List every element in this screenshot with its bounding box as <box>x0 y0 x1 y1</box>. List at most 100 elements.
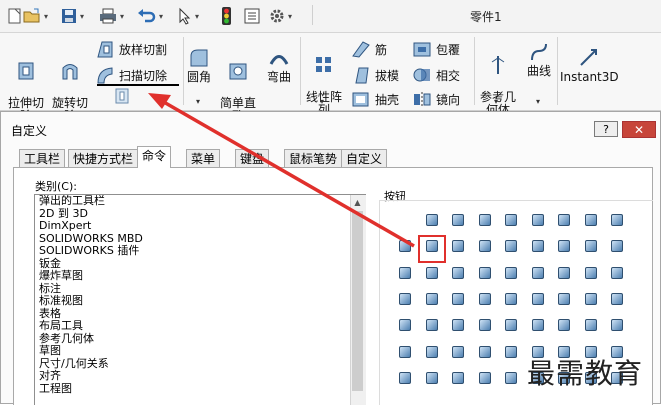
command-button-icon[interactable] <box>448 368 468 388</box>
shell-button[interactable]: 抽壳 <box>351 90 399 108</box>
undo-button[interactable]: ▾ <box>137 5 163 27</box>
command-button-icon[interactable] <box>422 342 442 362</box>
tab-customization[interactable]: 自定义 <box>341 149 388 167</box>
close-button[interactable]: ✕ <box>622 121 656 138</box>
scroll-up-arrow[interactable]: ▲ <box>350 195 365 210</box>
fillet-button[interactable]: 圆角 <box>186 47 212 84</box>
rebuild-button[interactable] <box>218 5 234 27</box>
command-button-icon[interactable] <box>475 236 495 256</box>
select-button[interactable]: ▾ <box>177 5 199 27</box>
open-button[interactable]: ▾ <box>22 5 48 27</box>
command-button-icon[interactable] <box>501 342 521 362</box>
command-button-icon[interactable] <box>554 263 574 283</box>
pattern-dropdown[interactable]: ▾ <box>320 97 324 106</box>
command-button-icon[interactable] <box>581 236 601 256</box>
save-button[interactable]: ▾ <box>60 5 84 27</box>
command-button-icon[interactable] <box>528 263 548 283</box>
command-button-icon[interactable] <box>475 315 495 335</box>
list-item[interactable]: 对齐 <box>35 369 365 383</box>
command-button-icon[interactable] <box>422 289 442 309</box>
command-button-icon[interactable] <box>395 263 415 283</box>
list-item[interactable]: 爆炸草图 <box>35 269 365 283</box>
command-button-icon[interactable] <box>395 236 415 256</box>
list-item[interactable]: 标准视图 <box>35 294 365 308</box>
draft-button[interactable]: 拔模 <box>351 65 399 85</box>
command-button-icon[interactable] <box>607 289 627 309</box>
command-button-icon[interactable] <box>528 315 548 335</box>
file-properties-button[interactable] <box>243 5 261 27</box>
command-button-icon[interactable] <box>448 342 468 362</box>
command-button-icon[interactable] <box>607 263 627 283</box>
command-button-icon[interactable] <box>395 342 415 362</box>
help-button[interactable]: ? <box>594 121 618 137</box>
category-list[interactable]: 弹出的工具栏 2D 到 3D DimXpert SOLIDWORKS MBD S… <box>34 194 366 405</box>
list-item[interactable]: 草图 <box>35 344 365 358</box>
tab-commands[interactable]: 命令 <box>137 146 172 168</box>
command-button-icon[interactable] <box>475 210 495 230</box>
command-button-icon[interactable] <box>475 263 495 283</box>
command-button-icon[interactable] <box>554 315 574 335</box>
command-button-icon[interactable] <box>395 315 415 335</box>
command-button-icon[interactable] <box>581 315 601 335</box>
command-button-icon[interactable] <box>581 263 601 283</box>
command-button-icon[interactable] <box>501 263 521 283</box>
command-button-icon[interactable] <box>501 236 521 256</box>
command-button-icon[interactable] <box>528 236 548 256</box>
command-button-icon[interactable] <box>607 236 627 256</box>
command-button-icon[interactable] <box>501 289 521 309</box>
command-button-icon[interactable] <box>475 368 495 388</box>
command-button-icon[interactable] <box>448 315 468 335</box>
command-button-icon[interactable] <box>422 210 442 230</box>
tab-shortcut-bars[interactable]: 快捷方式栏 <box>68 149 139 167</box>
command-button-icon[interactable] <box>475 289 495 309</box>
command-button-icon[interactable] <box>422 315 442 335</box>
list-item[interactable]: 工程图 <box>35 382 365 396</box>
list-item[interactable]: 表格 <box>35 307 365 321</box>
command-button-icon[interactable] <box>395 368 415 388</box>
list-item[interactable]: SOLIDWORKS 插件 <box>35 244 365 258</box>
tab-toolbars[interactable]: 工具栏 <box>19 149 66 167</box>
command-button-icon[interactable] <box>448 236 468 256</box>
command-button-icon[interactable] <box>581 210 601 230</box>
list-item[interactable]: 参考几何体 <box>35 332 365 346</box>
flex-button[interactable]: 弯曲 <box>264 47 294 84</box>
command-button-icon[interactable] <box>501 315 521 335</box>
command-button-icon[interactable] <box>448 210 468 230</box>
fillet-dropdown[interactable]: ▾ <box>196 97 200 106</box>
command-button-icon[interactable] <box>607 210 627 230</box>
print-button[interactable]: ▾ <box>98 5 124 27</box>
command-button-icon[interactable] <box>528 210 548 230</box>
command-button-icon[interactable] <box>422 368 442 388</box>
options-button[interactable]: ▾ <box>268 5 292 27</box>
list-item[interactable]: 布局工具 <box>35 319 365 333</box>
reference-geometry-dropdown[interactable]: ▾ <box>494 97 498 106</box>
instant3d-button[interactable]: Instant3D <box>560 47 619 84</box>
tab-keyboard[interactable]: 键盘 <box>235 149 270 167</box>
list-item[interactable]: 钣金 <box>35 257 365 271</box>
list-item[interactable]: 尺寸/几何关系 <box>35 357 365 371</box>
list-item[interactable]: 弹出的工具栏 <box>35 195 365 208</box>
list-item[interactable]: DimXpert <box>35 219 365 233</box>
command-button-icon[interactable] <box>475 342 495 362</box>
command-button-icon[interactable] <box>554 236 574 256</box>
intersect-button[interactable]: 相交 <box>412 65 460 85</box>
sweep-cut-button[interactable]: 扫描切除 <box>95 65 167 85</box>
command-button-icon[interactable] <box>528 289 548 309</box>
tab-menus[interactable]: 菜单 <box>186 149 221 167</box>
rib-button[interactable]: 筋 <box>351 39 387 59</box>
curves-button[interactable]: 曲线 <box>524 41 554 78</box>
mirror-button[interactable]: 镜向 <box>412 90 460 108</box>
command-button-icon[interactable] <box>554 210 574 230</box>
command-button-icon[interactable] <box>395 289 415 309</box>
command-button-icon[interactable] <box>607 315 627 335</box>
tab-mouse-gestures[interactable]: 鼠标笔势 <box>284 149 343 167</box>
list-item[interactable]: 标注 <box>35 282 365 296</box>
command-button-icon[interactable] <box>448 263 468 283</box>
curves-dropdown[interactable]: ▾ <box>536 97 540 106</box>
scroll-thumb[interactable] <box>352 211 363 391</box>
command-button-icon[interactable] <box>501 210 521 230</box>
command-button-icon[interactable] <box>422 263 442 283</box>
wrap-button[interactable]: 包覆 <box>412 39 460 59</box>
command-button-icon[interactable] <box>554 289 574 309</box>
command-button-icon[interactable] <box>581 289 601 309</box>
